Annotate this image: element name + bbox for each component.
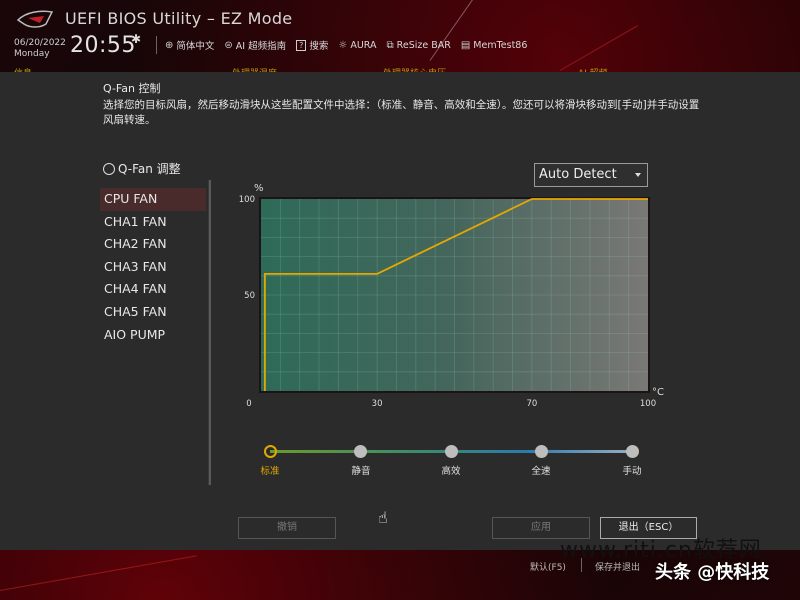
slider-knob-manual[interactable] — [626, 445, 639, 458]
profile-label-manual[interactable]: 手动 — [622, 463, 641, 477]
curve-point[interactable] — [262, 271, 267, 276]
fan-item-aio-pump[interactable]: AIO PUMP — [100, 324, 206, 347]
slider-knob-silent[interactable] — [354, 445, 367, 458]
tool-label: 简体中文 — [176, 41, 215, 52]
clock: 20:55 — [70, 33, 136, 58]
help-icon: ? — [296, 39, 307, 51]
fan-gauge-icon — [103, 162, 115, 175]
ai-chip-icon: ⊜ — [224, 39, 233, 51]
curve-point[interactable] — [646, 197, 651, 202]
aura-light-icon: ☼ — [338, 39, 348, 51]
aura-button[interactable]: ☼ AURA — [338, 38, 376, 52]
tool-label: 搜索 — [309, 41, 329, 52]
toolbar: ⊕ 简体中文 ⊜ AI 超频指南 ? 搜索 ☼ AURA ⧉ ReSize BAR ▤ Me… — [165, 38, 527, 52]
resize-bar-icon: ⧉ — [386, 39, 394, 51]
fan-item-cpu[interactable]: CPU FAN — [100, 188, 206, 211]
fan-curve-chart[interactable]: 0 30 70 100 50 100 % °C — [230, 177, 670, 417]
fan-item-cha4[interactable]: CHA4 FAN — [100, 278, 206, 301]
footer-divider — [581, 558, 582, 572]
search-button[interactable]: ? 搜索 — [296, 38, 328, 52]
y-axis-label: % — [254, 183, 264, 194]
tool-label: AI 超频指南 — [235, 41, 287, 52]
y-tick-label: 100 — [239, 195, 255, 205]
tool-label: ReSize BAR — [396, 39, 451, 51]
tool-label: AURA — [350, 39, 377, 51]
footer: www.riti.cn软荐网 默认(F5) 保存并退出 头条 @快科技 — [0, 538, 800, 600]
curve-point[interactable] — [375, 271, 380, 276]
fan-section-header: Q-Fan 调整 — [103, 160, 181, 177]
default-button[interactable]: 默认(F5) — [530, 560, 566, 573]
x-tick-label: 0 — [246, 399, 251, 409]
y-tick-label: 50 — [244, 291, 255, 301]
fan-list: CPU FAN CHA1 FAN CHA2 FAN CHA3 FAN CHA4 … — [100, 188, 206, 346]
date-display: 06/20/2022 Monday — [14, 38, 66, 60]
resize-bar-button[interactable]: ⧉ ReSize BAR — [387, 38, 451, 52]
rog-logo-icon — [16, 10, 54, 28]
panel-description: 选择您的目标风扇，然后移动滑块从这些配置文件中选择：（标准、静音、高效和全速）。… — [103, 99, 700, 126]
undo-button[interactable]: 撤销 — [238, 517, 336, 539]
x-tick-label: 100 — [640, 399, 656, 409]
x-tick-label: 70 — [526, 399, 537, 409]
profile-slider[interactable]: 标准 静音 高效 全速 手动 — [258, 442, 648, 477]
ai-oc-guide-button[interactable]: ⊜ AI 超频指南 — [224, 38, 287, 53]
panel-title: Q-Fan 控制 — [103, 82, 161, 95]
slider-knob-standard[interactable] — [264, 445, 277, 458]
hand-cursor-icon: ☝ — [378, 508, 388, 527]
fan-section-title: Q-Fan 调整 — [118, 162, 181, 176]
scrollbar[interactable] — [208, 180, 211, 485]
app-title: UEFI BIOS Utility – EZ Mode — [65, 9, 293, 28]
profile-label-silent[interactable]: 静音 — [351, 463, 370, 477]
fan-item-cha2[interactable]: CHA2 FAN — [100, 233, 206, 256]
gear-icon[interactable]: ✱ — [131, 32, 141, 46]
curve-point[interactable] — [262, 389, 267, 394]
language-button[interactable]: ⊕ 简体中文 — [165, 38, 215, 53]
slider-knob-full-speed[interactable] — [535, 445, 548, 458]
grid — [261, 199, 648, 391]
fan-item-cha3[interactable]: CHA3 FAN — [100, 256, 206, 279]
profile-label-performance[interactable]: 高效 — [441, 463, 460, 477]
divider — [156, 36, 157, 54]
x-axis-label: °C — [652, 387, 664, 398]
header: UEFI BIOS Utility – EZ Mode 06/20/2022 M… — [0, 0, 800, 62]
save-exit-button[interactable]: 保存并退出 — [595, 560, 640, 573]
slider-knob-performance[interactable] — [445, 445, 458, 458]
curve-point[interactable] — [529, 197, 534, 202]
memtest-icon: ▤ — [460, 39, 471, 51]
memtest-button[interactable]: ▤ MemTest86 — [461, 38, 528, 52]
profile-label-full-speed[interactable]: 全速 — [531, 463, 550, 477]
qfan-panel: Q-Fan 控制 选择您的目标风扇，然后移动滑块从这些配置文件中选择：（标准、静… — [0, 72, 800, 550]
tool-label: MemTest86 — [473, 39, 528, 51]
fan-item-cha1[interactable]: CHA1 FAN — [100, 211, 206, 234]
profile-label-standard[interactable]: 标准 — [260, 463, 279, 477]
watermark-logo: 头条 @快科技 — [655, 562, 770, 583]
fan-item-cha5[interactable]: CHA5 FAN — [100, 301, 206, 324]
x-tick-label: 30 — [372, 399, 383, 409]
globe-icon: ⊕ — [165, 39, 174, 51]
date-text: 06/20/2022 — [14, 38, 66, 48]
day-text: Monday — [14, 49, 50, 59]
